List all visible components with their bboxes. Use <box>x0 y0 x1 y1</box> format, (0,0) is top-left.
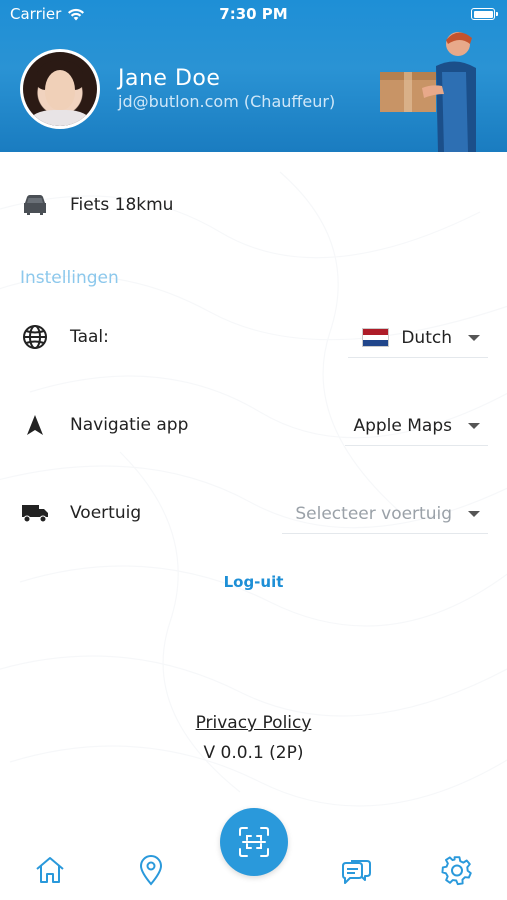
app-version: V 0.0.1 (2P) <box>203 743 304 763</box>
settings-content: Fiets 18kmu Instellingen Taal: Dutch Nav… <box>0 152 507 824</box>
vehicle-dropdown[interactable]: Selecteer voertuig <box>282 494 488 534</box>
navigation-app-dropdown[interactable]: Apple Maps <box>345 406 488 446</box>
language-setting-row: Taal: Dutch <box>20 318 488 358</box>
profile-header: Carrier 7:30 PM Jane Doe jd@butlon.com (… <box>0 0 507 152</box>
scan-button[interactable] <box>220 808 288 876</box>
globe-icon <box>20 322 50 352</box>
avatar[interactable] <box>20 49 100 129</box>
settings-section-title: Instellingen <box>20 268 119 288</box>
status-time: 7:30 PM <box>219 5 288 23</box>
settings-gear-icon <box>441 856 472 886</box>
netherlands-flag-icon <box>362 328 390 347</box>
user-email-role: jd@butlon.com (Chauffeur) <box>118 92 336 111</box>
current-vehicle-row: Fiets 18kmu <box>20 190 173 220</box>
nav-settings[interactable] <box>439 852 475 888</box>
navigation-arrow-icon <box>20 410 50 440</box>
current-vehicle-label: Fiets 18kmu <box>70 195 174 215</box>
logout-button[interactable]: Log-uit <box>0 573 507 591</box>
chevron-down-icon <box>468 510 480 517</box>
nav-map[interactable] <box>133 852 169 888</box>
navigation-setting-row: Navigatie app Apple Maps <box>20 406 488 446</box>
location-pin-icon <box>139 855 163 886</box>
nav-home[interactable] <box>32 852 68 888</box>
chat-icon <box>342 860 371 884</box>
chevron-down-icon <box>468 334 480 341</box>
scan-icon <box>239 827 269 857</box>
status-bar: Carrier 7:30 PM <box>0 0 507 28</box>
language-value: Dutch <box>401 327 452 348</box>
language-dropdown[interactable]: Dutch <box>348 318 488 358</box>
vehicle-setting-row: Voertuig Selecteer voertuig <box>20 494 488 534</box>
home-icon <box>36 857 64 883</box>
user-name: Jane Doe <box>118 66 221 91</box>
navigation-label: Navigatie app <box>70 415 189 435</box>
vehicle-select-label: Voertuig <box>70 503 142 523</box>
battery-icon <box>471 8 498 20</box>
language-label: Taal: <box>70 327 109 347</box>
truck-icon <box>20 498 50 528</box>
courier-illustration <box>380 32 476 152</box>
nav-chat[interactable] <box>338 852 374 888</box>
chevron-down-icon <box>468 422 480 429</box>
navigation-app-value: Apple Maps <box>353 415 452 436</box>
privacy-policy-link[interactable]: Privacy Policy <box>0 713 507 733</box>
vehicle-placeholder: Selecteer voertuig <box>295 503 452 524</box>
car-icon <box>20 190 50 220</box>
